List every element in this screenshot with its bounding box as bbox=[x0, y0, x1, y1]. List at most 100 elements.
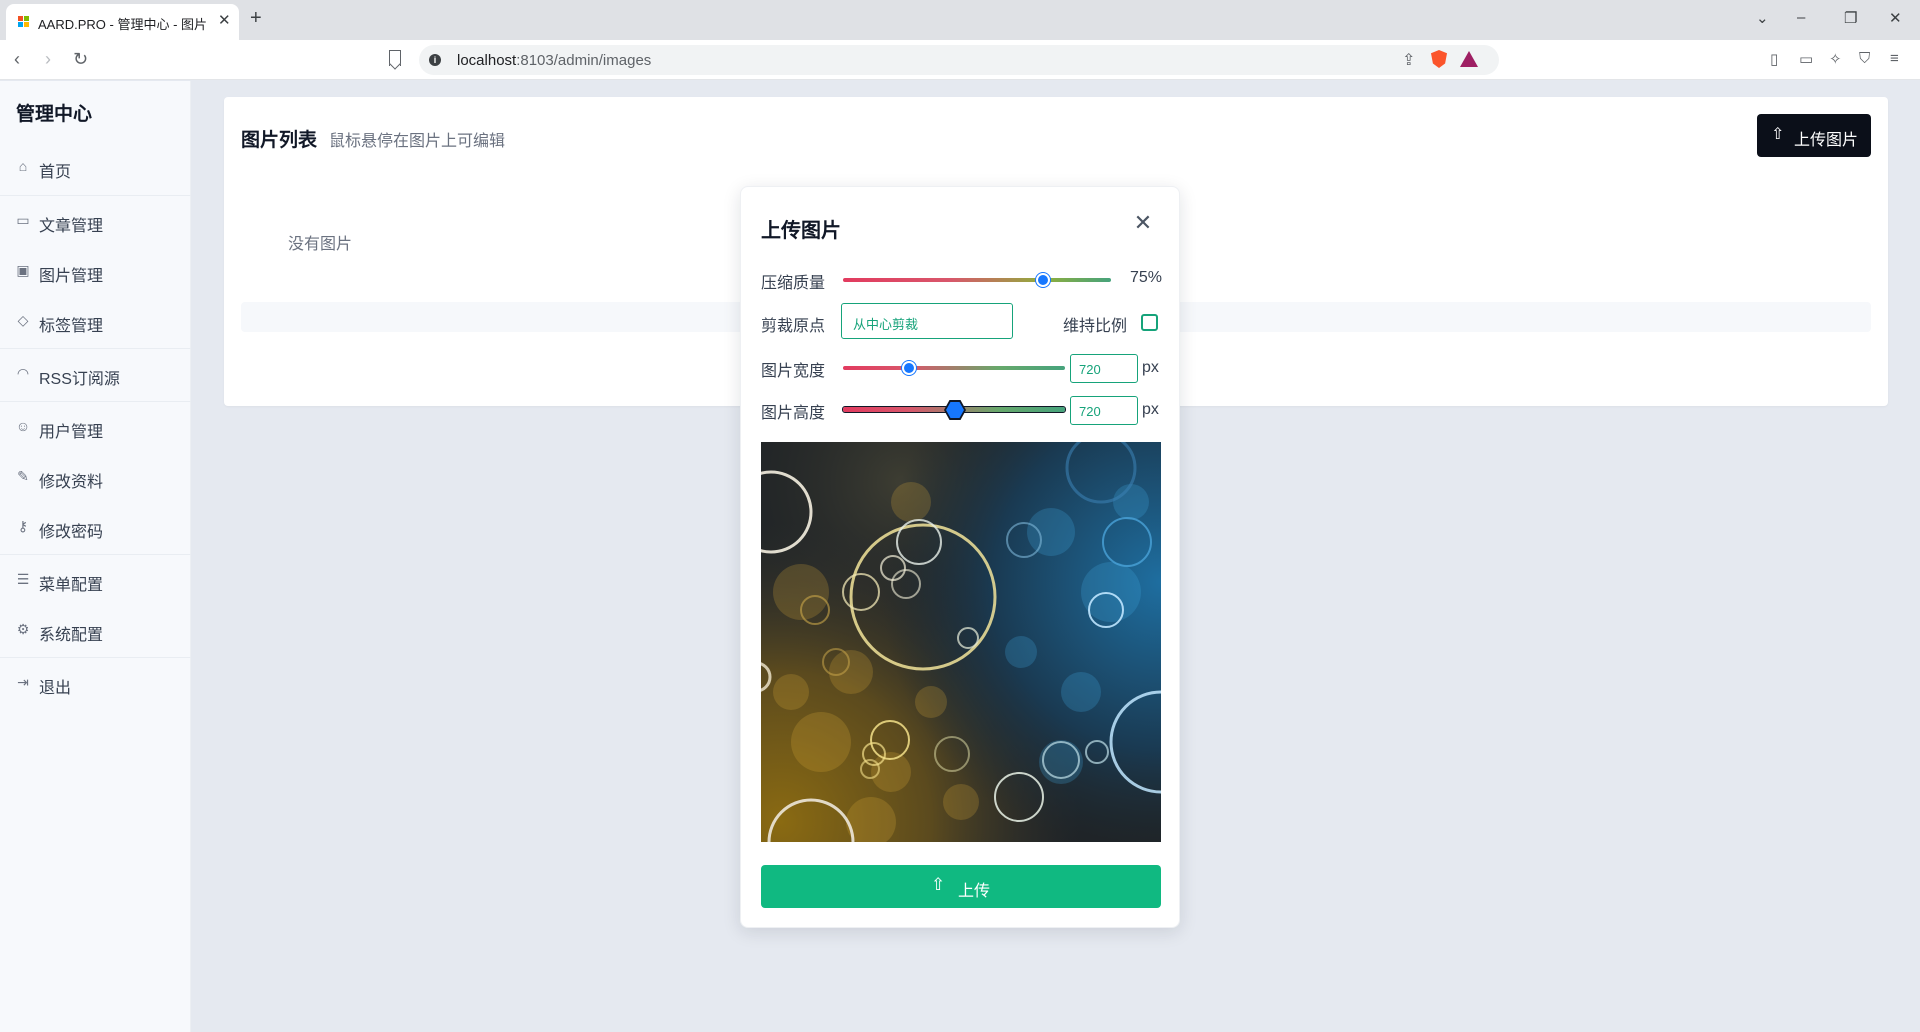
brave-rewards-icon[interactable] bbox=[1460, 51, 1478, 67]
vpn-icon[interactable]: ⛉ bbox=[1859, 50, 1870, 67]
sidebar-item-label: 文章管理 bbox=[39, 218, 104, 235]
sidebar-item-label: 用户管理 bbox=[39, 424, 104, 441]
sidebar-title: 管理中心 bbox=[16, 104, 93, 125]
menu-divider bbox=[0, 401, 191, 402]
modal-title: 上传图片 bbox=[761, 220, 841, 242]
home-icon: ⌂ bbox=[18, 158, 28, 174]
sidebar-icon[interactable]: ▯ bbox=[1770, 50, 1778, 68]
key-icon: ⚷ bbox=[17, 518, 29, 534]
sidebar-item-tags[interactable]: ◇ 标签管理 bbox=[0, 299, 191, 343]
sidebar-item-home[interactable]: ⌂ 首页 bbox=[0, 145, 191, 189]
upload-icon: ⇧ bbox=[1771, 126, 1785, 143]
wallet-icon[interactable]: ▭ bbox=[1799, 50, 1813, 68]
keep-ratio-checkbox[interactable] bbox=[1141, 314, 1158, 331]
image-icon: ▣ bbox=[16, 262, 30, 278]
width-label: 图片宽度 bbox=[761, 363, 826, 380]
favicon-icon bbox=[18, 16, 30, 28]
sidebar-item-logout[interactable]: ⇥ 退出 bbox=[0, 661, 191, 705]
url-host: localhost bbox=[457, 52, 517, 69]
bookmark-icon[interactable] bbox=[389, 50, 401, 66]
quality-slider[interactable] bbox=[843, 278, 1111, 282]
height-input[interactable]: 720 bbox=[1070, 396, 1138, 425]
height-unit: px bbox=[1142, 401, 1159, 418]
page-title: 图片列表 bbox=[241, 130, 318, 151]
upload-submit-button[interactable]: ⇧ 上传 bbox=[761, 865, 1161, 908]
sidebar-item-users[interactable]: ☺ 用户管理 bbox=[0, 405, 191, 449]
list-icon: ☰ bbox=[16, 571, 30, 587]
sidebar-item-system-config[interactable]: ⚙ 系统配置 bbox=[0, 608, 191, 652]
user-edit-icon: ✎ bbox=[17, 468, 29, 484]
sidebar-item-images[interactable]: ▣ 图片管理 bbox=[0, 249, 191, 293]
back-icon[interactable]: ‹ bbox=[14, 49, 20, 70]
browser-toolbar: ‹ › ↻ i localhost:8103/admin/images ⇪ ▯ … bbox=[0, 40, 1920, 80]
browser-tab[interactable]: AARD.PRO - 管理中心 - 图片 ✕ bbox=[6, 4, 239, 40]
menu-divider bbox=[0, 195, 191, 196]
crop-origin-value: 从中心剪裁 bbox=[853, 317, 919, 332]
url-text[interactable]: localhost:8103/admin/images bbox=[457, 52, 651, 69]
menu-divider bbox=[0, 657, 191, 658]
sidebar-item-label: 图片管理 bbox=[39, 268, 104, 285]
crop-origin-label: 剪裁原点 bbox=[761, 318, 826, 335]
users-icon: ☺ bbox=[15, 418, 31, 434]
image-preview bbox=[761, 442, 1161, 842]
sidebar-item-profile[interactable]: ✎ 修改资料 bbox=[0, 455, 191, 499]
sidebar-item-rss[interactable]: ◠ RSS订阅源 bbox=[0, 352, 191, 396]
upload-icon: ⇧ bbox=[931, 875, 946, 894]
logout-icon: ⇥ bbox=[17, 674, 29, 690]
height-value: 720 bbox=[1079, 404, 1101, 419]
height-label: 图片高度 bbox=[761, 405, 826, 422]
keep-ratio-label: 维持比例 bbox=[1063, 318, 1128, 335]
upload-images-button[interactable]: ⇧ 上传图片 bbox=[1757, 114, 1871, 157]
quality-value: 75% bbox=[1130, 269, 1163, 286]
close-icon[interactable]: ✕ bbox=[1131, 211, 1155, 235]
brave-shields-icon[interactable] bbox=[1431, 50, 1447, 68]
width-slider[interactable] bbox=[843, 366, 1065, 370]
bokeh-bubbles-image bbox=[761, 442, 1161, 842]
sidebar-item-label: 菜单配置 bbox=[39, 577, 104, 594]
crop-origin-select[interactable]: 从中心剪裁 bbox=[841, 303, 1013, 339]
tag-icon: ◇ bbox=[17, 312, 29, 328]
menu-divider bbox=[0, 348, 191, 349]
site-info-icon[interactable]: i bbox=[429, 54, 441, 66]
sidebar-item-articles[interactable]: ▭ 文章管理 bbox=[0, 199, 191, 243]
tab-close-icon[interactable]: ✕ bbox=[218, 11, 231, 29]
width-value: 720 bbox=[1079, 362, 1101, 377]
minimize-icon[interactable]: – bbox=[1797, 9, 1805, 26]
url-path: :8103/admin/images bbox=[516, 52, 652, 69]
width-input[interactable]: 720 bbox=[1070, 354, 1138, 383]
share-icon[interactable]: ⇪ bbox=[1402, 50, 1415, 70]
reload-icon[interactable]: ↻ bbox=[73, 49, 88, 70]
leo-icon[interactable]: ✧ bbox=[1829, 50, 1842, 68]
address-bar[interactable]: i localhost:8103/admin/images ⇪ bbox=[419, 45, 1499, 75]
window-close-icon[interactable]: ✕ bbox=[1889, 9, 1902, 27]
sidebar: 管理中心 ⌂ 首页 ▭ 文章管理 ▣ 图片管理 ◇ 标签管理 ◠ RSS订阅源 … bbox=[0, 81, 191, 1032]
browser-tab-bar: AARD.PRO - 管理中心 - 图片 ✕ + ⌄ – ❐ ✕ bbox=[0, 0, 1920, 40]
upload-submit-label: 上传 bbox=[958, 883, 991, 900]
sidebar-item-label: 修改密码 bbox=[39, 524, 104, 541]
sidebar-item-label: 修改资料 bbox=[39, 474, 104, 491]
tab-search-icon[interactable]: ⌄ bbox=[1756, 9, 1769, 27]
sidebar-item-password[interactable]: ⚷ 修改密码 bbox=[0, 505, 191, 549]
upload-images-label: 上传图片 bbox=[1794, 132, 1859, 149]
sidebar-item-label: 退出 bbox=[39, 680, 72, 697]
width-slider-thumb[interactable] bbox=[902, 361, 916, 375]
quality-slider-thumb[interactable] bbox=[1036, 273, 1050, 287]
sidebar-item-label: RSS订阅源 bbox=[39, 371, 120, 388]
restore-icon[interactable]: ❐ bbox=[1844, 9, 1857, 27]
menu-icon[interactable]: ≡ bbox=[1890, 50, 1899, 67]
sidebar-item-label: 标签管理 bbox=[39, 318, 104, 335]
width-unit: px bbox=[1142, 359, 1159, 376]
page-hint: 鼠标悬停在图片上可编辑 bbox=[329, 133, 506, 150]
quality-label: 压缩质量 bbox=[761, 275, 826, 292]
sidebar-item-label: 系统配置 bbox=[39, 627, 104, 644]
rss-icon: ◠ bbox=[16, 365, 30, 381]
sidebar-item-menu-config[interactable]: ☰ 菜单配置 bbox=[0, 558, 191, 602]
tab-title: AARD.PRO - 管理中心 - 图片 bbox=[38, 17, 208, 32]
new-tab-button[interactable]: + bbox=[250, 7, 262, 30]
menu-divider bbox=[0, 554, 191, 555]
book-icon: ▭ bbox=[16, 212, 30, 228]
empty-state-text: 没有图片 bbox=[288, 236, 353, 253]
forward-icon[interactable]: › bbox=[45, 49, 51, 70]
upload-image-modal: 上传图片 ✕ 压缩质量 75% 剪裁原点 从中心剪裁 维持比例 图片宽度 720… bbox=[740, 186, 1180, 928]
gear-icon: ⚙ bbox=[16, 621, 30, 637]
